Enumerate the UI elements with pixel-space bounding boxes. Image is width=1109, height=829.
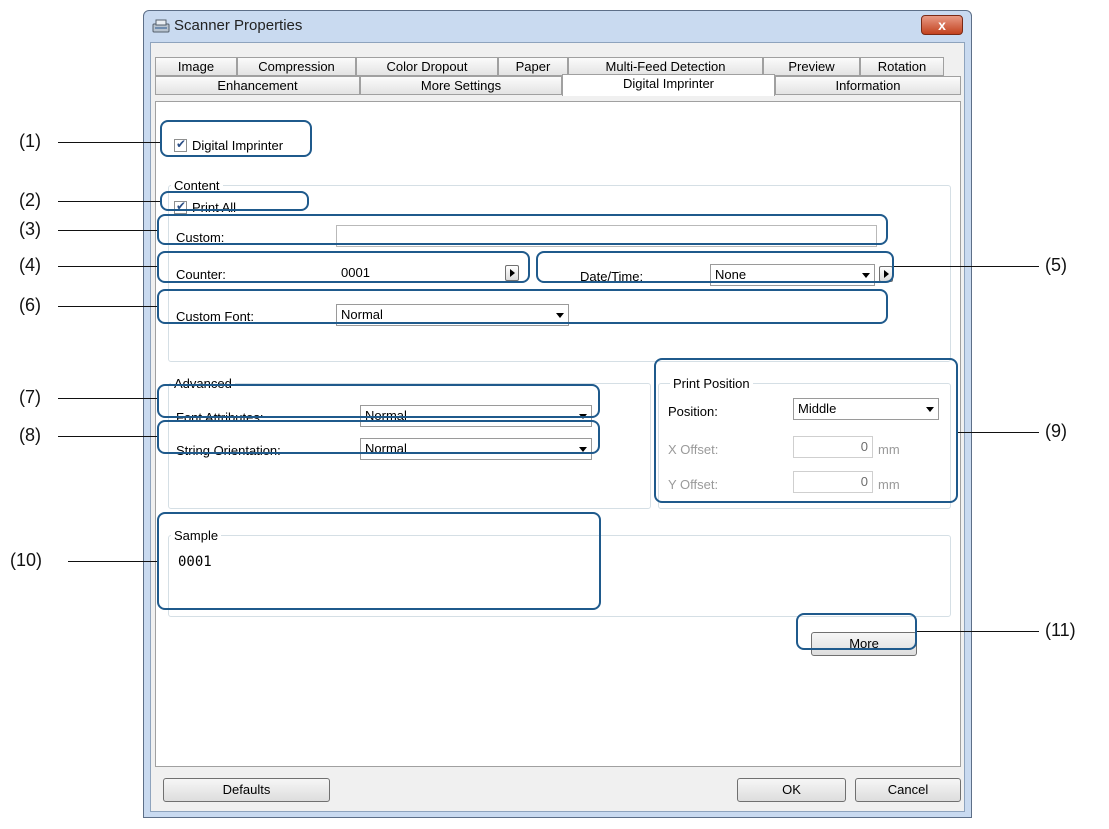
- callout-label-10: (10): [10, 550, 43, 570]
- callout-label-5: (5): [1045, 255, 1067, 275]
- callout-label-2: (2): [19, 190, 41, 210]
- callout-ring-9: [654, 358, 958, 503]
- callout-ring-1: [160, 120, 312, 157]
- callout-ring-11: [796, 613, 917, 650]
- callout-ring-7: [157, 384, 600, 418]
- callout-leader-11: [917, 631, 1039, 632]
- callout-leader-5: [894, 266, 1039, 267]
- close-button[interactable]: x: [921, 15, 963, 35]
- callout-ring-3: [157, 214, 888, 245]
- callout-leader-4: [58, 266, 157, 267]
- tab-preview[interactable]: Preview: [763, 57, 860, 76]
- callout-leader-9: [958, 432, 1039, 433]
- callout-label-3: (3): [19, 219, 41, 239]
- tab-compression[interactable]: Compression: [237, 57, 356, 76]
- callout-leader-10: [68, 561, 157, 562]
- cancel-button[interactable]: Cancel: [855, 778, 961, 802]
- callout-ring-10: [157, 512, 601, 610]
- callout-leader-6: [58, 306, 157, 307]
- callout-leader-1: [58, 142, 160, 143]
- tab-digital-imprinter[interactable]: Digital Imprinter: [562, 74, 775, 96]
- callout-label-8: (8): [19, 425, 41, 445]
- tab-rotation[interactable]: Rotation: [860, 57, 944, 76]
- tab-paper[interactable]: Paper: [498, 57, 568, 76]
- tab-more-settings[interactable]: More Settings: [360, 76, 562, 95]
- callout-ring-4: [157, 251, 530, 283]
- callout-leader-8: [58, 436, 157, 437]
- tab-color-dropout[interactable]: Color Dropout: [356, 57, 498, 76]
- tab-image[interactable]: Image: [155, 57, 237, 76]
- callout-label-7: (7): [19, 387, 41, 407]
- callout-label-4: (4): [19, 255, 41, 275]
- defaults-button[interactable]: Defaults: [163, 778, 330, 802]
- callout-leader-2: [58, 201, 160, 202]
- callout-leader-3: [58, 230, 157, 231]
- callout-label-6: (6): [19, 295, 41, 315]
- callout-label-9: (9): [1045, 421, 1067, 441]
- callout-leader-7: [58, 398, 157, 399]
- callout-ring-6: [157, 289, 888, 324]
- callout-label-1: (1): [19, 131, 41, 151]
- tab-enhancement[interactable]: Enhancement: [155, 76, 360, 95]
- callout-ring-5: [536, 251, 894, 283]
- window-title: Scanner Properties: [174, 17, 303, 34]
- scanner-icon: [152, 19, 170, 33]
- tab-information[interactable]: Information: [775, 76, 961, 95]
- close-icon: x: [938, 17, 946, 33]
- callout-ring-8: [157, 420, 600, 454]
- title-bar[interactable]: Scanner Properties x: [144, 11, 971, 41]
- callout-label-11: (11): [1045, 620, 1076, 640]
- ok-button[interactable]: OK: [737, 778, 846, 802]
- callout-ring-2: [160, 191, 309, 211]
